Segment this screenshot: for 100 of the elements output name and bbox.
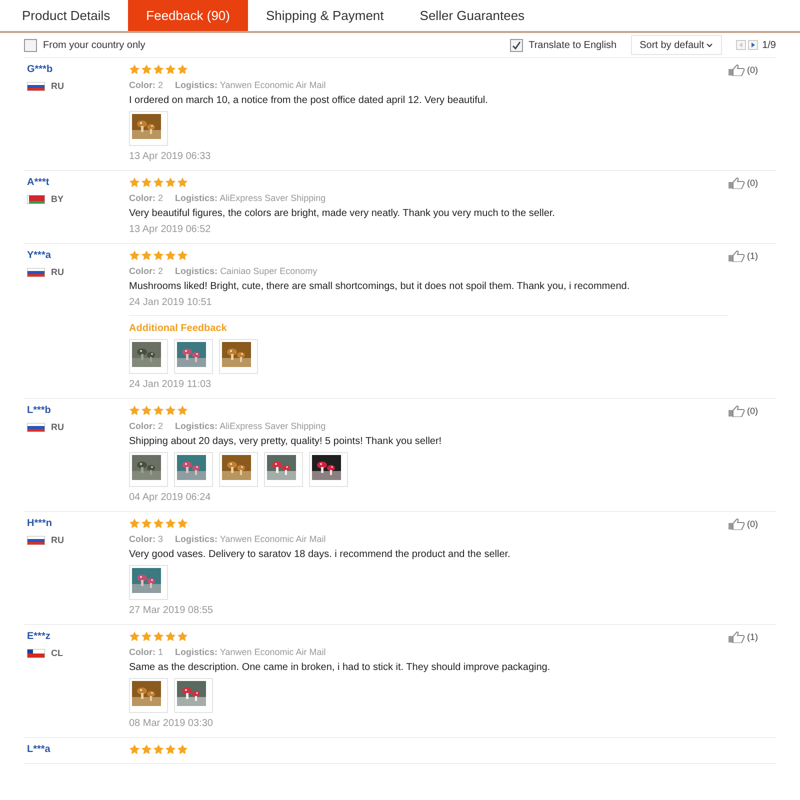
page-indicator: 1/9 [762,40,776,50]
star-icon [141,405,152,416]
star-icon [165,518,176,529]
country-code: RU [51,422,64,432]
review-text: Same as the description. One came in broken, i had to stick it. They should improve packaging. [129,662,552,673]
color-info: Color: 1 [129,647,164,657]
logistics-info: Logistics: Cainiao Super Economy [175,266,318,276]
checkbox-label: From your country only [43,40,146,50]
photo-thumbnail[interactable] [129,452,168,487]
photo-thumbnail[interactable] [129,111,168,146]
star-icon [129,631,140,642]
star-icon [141,744,152,755]
caret-icon [706,42,714,48]
review-text: Shipping about 20 days, very pretty, quality! 5 points! Thank you seller! [129,436,443,447]
review-date: 04 Apr 2019 06:24 [129,492,212,503]
tab[interactable]: Product Details [4,0,128,31]
logistics-info: Logistics: Yanwen Economic Air Mail [175,534,326,544]
color-info: Color: 2 [129,193,164,203]
star-icon [153,64,164,75]
photo-thumbnail[interactable] [309,452,348,487]
star-icon [129,64,140,75]
tab[interactable]: Shipping & Payment [248,0,402,31]
star-icon [141,518,152,529]
star-icon [153,405,164,416]
photo-thumbnail[interactable] [174,339,213,374]
reviewer-name: H***n [27,518,54,529]
review-text: Mushrooms liked! Bright, cute, there are small shortcomings, but it does not spoil them. Thank you, i recommend. [129,281,631,292]
star-icon [141,250,152,261]
review-text: Very beautiful figures, the colors are bright, made very neatly. Thank you very much to the seller. [129,208,556,219]
checkbox-label: Translate to English [528,40,617,50]
next-page-button[interactable] [748,40,758,50]
flag-icon [27,82,45,90]
country-code: RU [51,535,64,545]
like-button[interactable]: (1) [728,250,758,262]
tab[interactable]: Feedback (90) [128,0,248,31]
star-icon [177,631,188,642]
star-icon [165,177,176,188]
thumbs-up-icon [728,631,745,643]
review-date: 13 Apr 2019 06:52 [129,224,212,235]
photo-thumbnail[interactable] [219,339,258,374]
photo-thumbnail[interactable] [174,678,213,713]
color-info: Color: 2 [129,80,164,90]
star-icon [153,177,164,188]
logistics-info: Logistics: Yanwen Economic Air Mail [175,80,326,90]
like-button[interactable]: (0) [728,518,758,530]
star-icon [165,744,176,755]
photo-thumbnail[interactable] [129,678,168,713]
like-button[interactable]: (0) [728,177,758,189]
star-icon [165,250,176,261]
color-info: Color: 3 [129,534,164,544]
logistics-info: Logistics: Yanwen Economic Air Mail [175,647,326,657]
photo-thumbnail[interactable] [129,565,168,600]
logistics-info: Logistics: AliExpress Saver Shipping [175,193,326,203]
color-info: Color: 2 [129,266,164,276]
photo-thumbnail[interactable] [129,339,168,374]
star-icon [129,405,140,416]
flag-icon [27,648,45,658]
photo-thumbnail[interactable] [174,452,213,487]
star-icon [177,744,188,755]
star-icon [177,250,188,261]
review-date: 13 Apr 2019 06:33 [129,151,212,162]
thumbs-up-icon [728,177,745,189]
country-code: BY [51,194,64,204]
tab[interactable]: Seller Guarantees [402,0,543,31]
thumbs-up-icon [728,64,745,76]
star-icon [177,518,188,529]
review-date: 24 Jan 2019 10:51 [129,297,213,308]
photo-thumbnail[interactable] [264,452,303,487]
star-icon [129,744,140,755]
photo-thumbnail[interactable] [219,452,258,487]
checkbox[interactable] [24,38,37,52]
thumbs-up-icon [728,250,745,262]
star-icon [141,631,152,642]
color-info: Color: 2 [129,421,164,431]
checkbox[interactable] [510,38,523,52]
thumbs-up-icon [728,518,745,530]
like-button[interactable]: (1) [728,631,758,643]
star-icon [153,744,164,755]
thumbs-up-icon [728,405,745,417]
star-icon [153,631,164,642]
country-code: RU [51,267,64,277]
reviewer-name: G***b [27,64,54,75]
flag-icon [27,422,45,432]
additional-feedback-title: Additional Feedback [129,323,228,334]
reviewer-name: A***t [27,177,50,188]
flag-icon [27,268,45,276]
like-button[interactable]: (0) [728,405,758,417]
reviewer-name: Y***a [27,250,52,261]
star-icon [129,250,140,261]
star-icon [129,518,140,529]
flag-icon [27,194,45,204]
like-button[interactable]: (0) [728,64,758,76]
sort-dropdown[interactable]: Sort by default [630,35,722,55]
review-text: I ordered on march 10, a notice from the post office dated april 12. Very beautiful. [129,95,489,106]
reviewer-name: E***z [27,631,52,642]
country-code: RU [51,81,64,91]
star-icon [165,405,176,416]
review-date: 27 Mar 2019 08:55 [129,605,214,616]
star-icon [177,177,188,188]
star-icon [153,518,164,529]
